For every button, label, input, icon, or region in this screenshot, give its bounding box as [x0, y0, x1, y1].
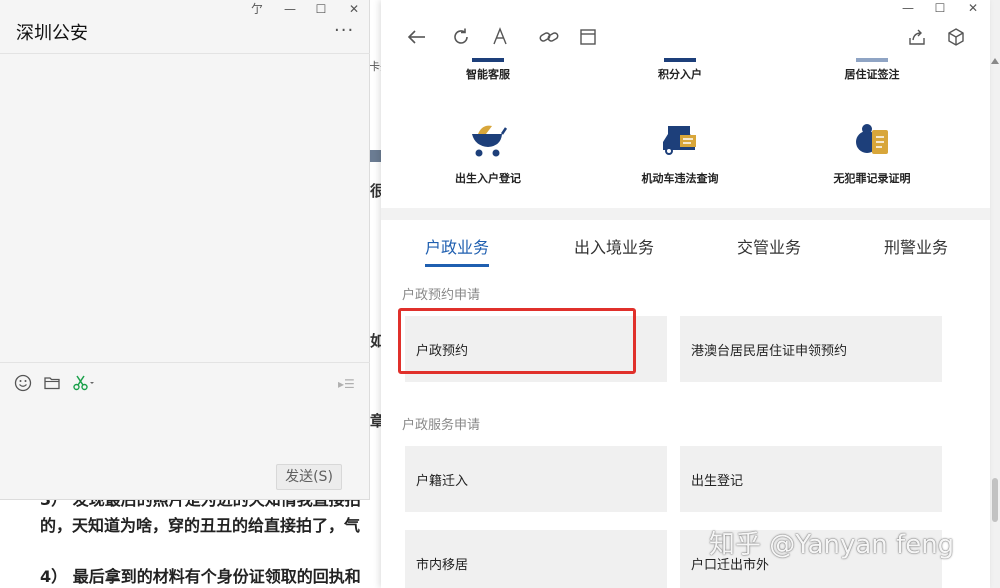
chat-title: 深圳公安	[16, 23, 88, 44]
pin-button[interactable]: 亇	[249, 2, 265, 16]
scroll-thumb[interactable]	[992, 478, 998, 522]
red-highlight-box	[398, 308, 636, 374]
tab-criminal[interactable]: 刑警业务	[884, 234, 948, 258]
section-title: 户政预约申请	[402, 288, 481, 303]
refresh-icon[interactable]	[450, 26, 472, 48]
font-icon[interactable]	[489, 26, 511, 48]
card-label: 出生登记	[691, 474, 744, 489]
service-points-settlement[interactable]: 积分入户	[585, 58, 775, 82]
tab-traffic[interactable]: 交管业务	[737, 234, 801, 258]
card-label: 港澳台居民居住证申领预约	[691, 344, 848, 359]
minimize-button[interactable]: —	[282, 2, 298, 16]
tab-entry-exit[interactable]: 出入境业务	[574, 234, 654, 258]
section-title: 户政服务申请	[402, 418, 481, 433]
car-icon	[663, 126, 696, 155]
service-label: 出生入户登记	[455, 172, 521, 185]
back-icon[interactable]	[406, 26, 428, 48]
browser-window-controls: — ☐ ✕	[381, 0, 990, 16]
section-divider	[381, 208, 990, 220]
active-tab-indicator	[425, 264, 489, 267]
service-icon-partial	[664, 58, 696, 62]
doc-line: 的，天知道为啥，穿的丑丑的给直接拍了，气	[40, 516, 361, 535]
card-birth-registration[interactable]: 出生登记	[680, 446, 942, 512]
service-label: 机动车违法查询	[641, 172, 719, 185]
service-residence-permit[interactable]: 居住证签注	[777, 58, 967, 82]
service-no-criminal-record[interactable]: 无犯罪记录证明	[777, 120, 967, 186]
tab-household[interactable]: 户政业务	[425, 234, 489, 258]
scissors-icon[interactable]	[72, 374, 96, 392]
service-icon-partial	[472, 58, 504, 62]
cube-icon[interactable]	[945, 26, 967, 48]
card-intra-city-move[interactable]: 市内移居	[405, 530, 667, 588]
maximize-button[interactable]: ☐	[313, 2, 329, 16]
service-birth-registration[interactable]: 出生入户登记	[393, 120, 583, 186]
send-button[interactable]: 发送(S)	[276, 464, 342, 490]
link-icon[interactable]	[538, 26, 560, 48]
doc-line: 4） 最后拿到的材料有个身份证领取的回执和	[40, 567, 361, 586]
browser-close-button[interactable]: ✕	[965, 0, 981, 16]
chat-titlebar: 亇 — ☐ ✕ 深圳公安 ···	[0, 0, 370, 54]
chat-history-icon[interactable]: ▸☰	[338, 377, 355, 391]
card-household-move-in[interactable]: 户籍迁入	[405, 446, 667, 512]
emoji-icon[interactable]	[14, 374, 32, 392]
close-button[interactable]: ✕	[346, 2, 362, 16]
service-label: 积分入户	[658, 68, 702, 81]
doc-marker	[368, 150, 382, 162]
service-label: 无犯罪记录证明	[833, 172, 911, 185]
card-label: 户籍迁入	[416, 474, 469, 489]
browser-toolbar	[381, 16, 990, 60]
browser-panel: — ☐ ✕ 智能客服 积分入户 居住证签注 出生入户登记 机动车违法查询 无犯罪…	[381, 0, 990, 588]
card-label: 市内移居	[416, 558, 469, 573]
window-icon[interactable]	[577, 26, 599, 48]
stroller-icon	[472, 125, 508, 157]
business-tabs: 户政业务 出入境业务 交管业务 刑警业务	[381, 222, 990, 270]
more-options-button[interactable]: ···	[334, 22, 354, 40]
service-smart-support[interactable]: 智能客服	[393, 58, 583, 82]
input-divider	[0, 362, 370, 363]
share-icon[interactable]	[906, 26, 928, 48]
scroll-up-icon[interactable]	[991, 58, 999, 64]
service-label: 居住证签注	[844, 68, 900, 81]
watermark: 知乎 @Yanyan feng	[709, 530, 955, 560]
service-icon-partial	[856, 58, 888, 62]
service-label: 智能客服	[466, 68, 510, 81]
browser-minimize-button[interactable]: —	[900, 0, 916, 16]
service-vehicle-violation[interactable]: 机动车违法查询	[585, 120, 775, 186]
folder-icon[interactable]	[43, 374, 61, 392]
certificate-icon	[856, 124, 888, 154]
card-hk-macao-taiwan-permit[interactable]: 港澳台居民居住证申领预约	[680, 316, 942, 382]
browser-maximize-button[interactable]: ☐	[932, 0, 948, 16]
chat-window: 亇 — ☐ ✕ 深圳公安 ··· ▸☰ 发送(S)	[0, 0, 370, 500]
